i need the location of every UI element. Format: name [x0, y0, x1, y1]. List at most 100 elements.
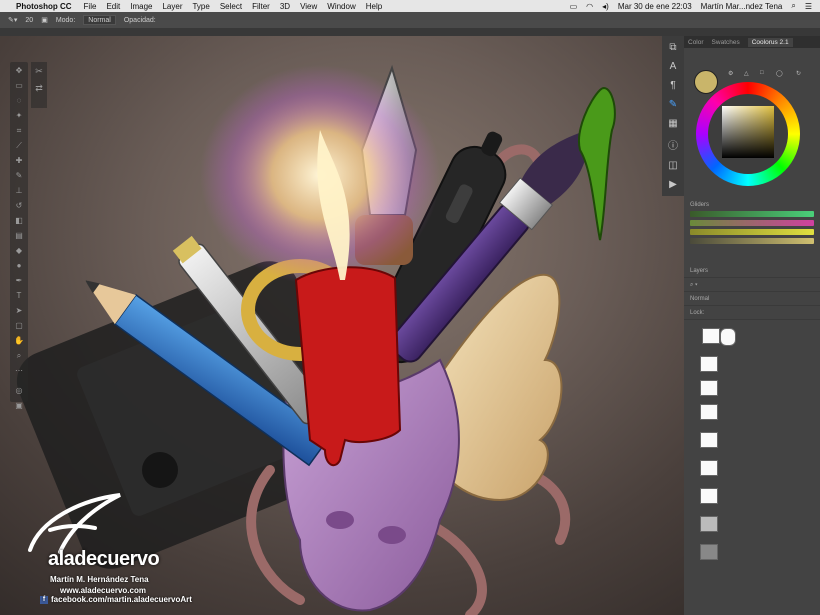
- menu-image[interactable]: Image: [130, 2, 152, 11]
- layer-thumbnail[interactable]: [700, 488, 718, 504]
- info-icon[interactable]: ⓘ: [668, 137, 678, 152]
- marquee-tool-icon[interactable]: ▭: [14, 81, 24, 91]
- glider-green[interactable]: [690, 211, 814, 217]
- layer-thumbnail[interactable]: [700, 356, 718, 372]
- brush-tool-icon[interactable]: ✎▾: [8, 16, 17, 24]
- clone-stamp-icon[interactable]: ⊥: [14, 186, 24, 196]
- history-brush-icon[interactable]: ↺: [14, 201, 24, 211]
- volume-icon[interactable]: ◂): [602, 2, 609, 11]
- menu-layer[interactable]: Layer: [162, 2, 182, 11]
- wheel-square-icon[interactable]: □: [760, 70, 764, 76]
- menu-edit[interactable]: Edit: [106, 2, 120, 11]
- menu-view[interactable]: View: [300, 2, 317, 11]
- eyedropper-icon[interactable]: ⟋: [14, 141, 24, 151]
- layer-thumbnail[interactable]: [700, 544, 718, 560]
- menu-app-name[interactable]: Photoshop CC: [16, 2, 72, 11]
- wheel-circle-icon[interactable]: ◯: [776, 70, 783, 77]
- more-tools-icon[interactable]: ⋯: [14, 366, 24, 376]
- gliders-label: Gliders: [690, 202, 710, 208]
- quick-mask-icon[interactable]: ◎: [14, 386, 24, 396]
- watermark-brand: aladecuervo: [48, 548, 160, 570]
- wheel-refresh-icon[interactable]: ↻: [796, 70, 801, 77]
- shape-tool-icon[interactable]: ▢: [14, 321, 24, 331]
- glider-yellow[interactable]: [690, 229, 814, 235]
- glider-magenta[interactable]: [690, 220, 814, 226]
- brush-panel-icon[interactable]: ▣: [41, 16, 48, 24]
- layer-thumbnail[interactable]: [720, 328, 736, 346]
- menu-3d[interactable]: 3D: [280, 2, 290, 11]
- blend-mode-select[interactable]: Normal: [684, 292, 820, 306]
- document-tab-bar: [0, 28, 820, 36]
- lasso-tool-icon[interactable]: ◌: [14, 96, 24, 106]
- mode-label: Modo:: [55, 16, 76, 24]
- menu-file[interactable]: File: [84, 2, 97, 11]
- lock-row: Lock:: [684, 306, 820, 320]
- layers-panel: Layers ⌕ ▾ Normal Lock:: [684, 264, 820, 615]
- wheel-option-icon[interactable]: ⚙: [728, 70, 733, 77]
- actions-icon[interactable]: ▶: [669, 179, 677, 190]
- quick-select-icon[interactable]: ✦: [14, 111, 24, 121]
- properties-icon[interactable]: ◫: [668, 160, 677, 171]
- brush-tool-icon-side[interactable]: ✎: [14, 171, 24, 181]
- glider-gold[interactable]: [690, 238, 814, 244]
- swap-icon[interactable]: ⇄: [35, 83, 43, 94]
- menu-select[interactable]: Select: [220, 2, 242, 11]
- tab-swatches[interactable]: Swatches: [712, 39, 740, 46]
- layer-thumbnail[interactable]: [700, 516, 718, 532]
- crop-tool-icon[interactable]: ⌗: [14, 126, 24, 136]
- eraser-icon[interactable]: ◧: [14, 216, 24, 226]
- screen-mode-icon[interactable]: ▣: [14, 401, 24, 411]
- clock[interactable]: Mar 30 de ene 22:03: [618, 2, 692, 11]
- paragraph-icon[interactable]: ¶: [670, 80, 675, 91]
- notification-icon[interactable]: ☰: [805, 2, 812, 11]
- tab-coolorus[interactable]: Coolorus 2.1: [747, 37, 793, 47]
- hand-tool-icon[interactable]: ✋: [14, 336, 24, 346]
- watermark-facebook-text: facebook.com/martin.aladecuervoArt: [51, 595, 192, 604]
- menu-type[interactable]: Type: [192, 2, 209, 11]
- secondary-tools: ✂ ⇄: [31, 62, 47, 108]
- right-panels: Color Swatches Coolorus 2.1 ⚙ △ □ ◯ ↻ Gl…: [684, 36, 820, 615]
- move-tool-icon[interactable]: ✥: [14, 66, 24, 76]
- pen-tool-icon[interactable]: ✒: [14, 276, 24, 286]
- mode-select[interactable]: Normal: [83, 15, 116, 25]
- layer-thumbnail[interactable]: [700, 380, 718, 396]
- mac-menu-bar: Photoshop CC File Edit Image Layer Type …: [0, 0, 820, 12]
- photoshop-window: Photoshop CC File Edit Image Layer Type …: [0, 0, 820, 615]
- zoom-tool-icon[interactable]: ⌕: [14, 351, 24, 361]
- dodge-tool-icon[interactable]: ●: [14, 261, 24, 271]
- path-select-icon[interactable]: ➤: [14, 306, 24, 316]
- opacity-label: Opacidad:: [123, 16, 156, 24]
- history-icon[interactable]: ⧉: [669, 42, 676, 53]
- character-icon[interactable]: A: [670, 61, 677, 72]
- layer-thumbnail[interactable]: [700, 432, 718, 448]
- layer-thumbnail[interactable]: [700, 460, 718, 476]
- navigator-icon[interactable]: ▦: [668, 118, 677, 129]
- menu-help[interactable]: Help: [366, 2, 382, 11]
- current-color-swatch[interactable]: [694, 70, 718, 94]
- layer-thumbnail[interactable]: [702, 328, 720, 344]
- gradient-tool-icon[interactable]: ▤: [14, 231, 24, 241]
- brush-preset-icon[interactable]: ✎: [669, 99, 677, 110]
- watermark: aladecuervo Martín M. Hernández Tena www…: [20, 490, 220, 610]
- healing-brush-icon[interactable]: ✚: [14, 156, 24, 166]
- layer-filter[interactable]: ⌕ ▾: [684, 278, 820, 292]
- menu-window[interactable]: Window: [327, 2, 355, 11]
- green-paint-drip: [578, 87, 616, 241]
- layer-thumbnail[interactable]: [700, 404, 718, 420]
- layers-tab[interactable]: Layers: [684, 264, 820, 278]
- wifi-icon[interactable]: ◠: [586, 2, 593, 11]
- airplay-icon[interactable]: ▭: [570, 2, 578, 11]
- brush-size[interactable]: 20: [25, 17, 33, 24]
- coolorus-color-wheel: ⚙ △ □ ◯ ↻: [684, 48, 820, 198]
- tab-color[interactable]: Color: [688, 39, 704, 46]
- type-tool-icon[interactable]: T: [14, 291, 24, 301]
- gliders-section: Gliders: [684, 198, 820, 251]
- rotate-view-icon[interactable]: ✂: [35, 66, 43, 77]
- spotlight-icon[interactable]: ⌕: [791, 1, 795, 11]
- saturation-value-square[interactable]: [722, 106, 774, 158]
- color-panel-tabs: Color Swatches Coolorus 2.1: [684, 36, 820, 48]
- blur-tool-icon[interactable]: ◆: [14, 246, 24, 256]
- user-name[interactable]: Martín Mar...ndez Tena: [701, 2, 783, 11]
- menu-filter[interactable]: Filter: [252, 2, 270, 11]
- wheel-triangle-icon[interactable]: △: [744, 70, 749, 77]
